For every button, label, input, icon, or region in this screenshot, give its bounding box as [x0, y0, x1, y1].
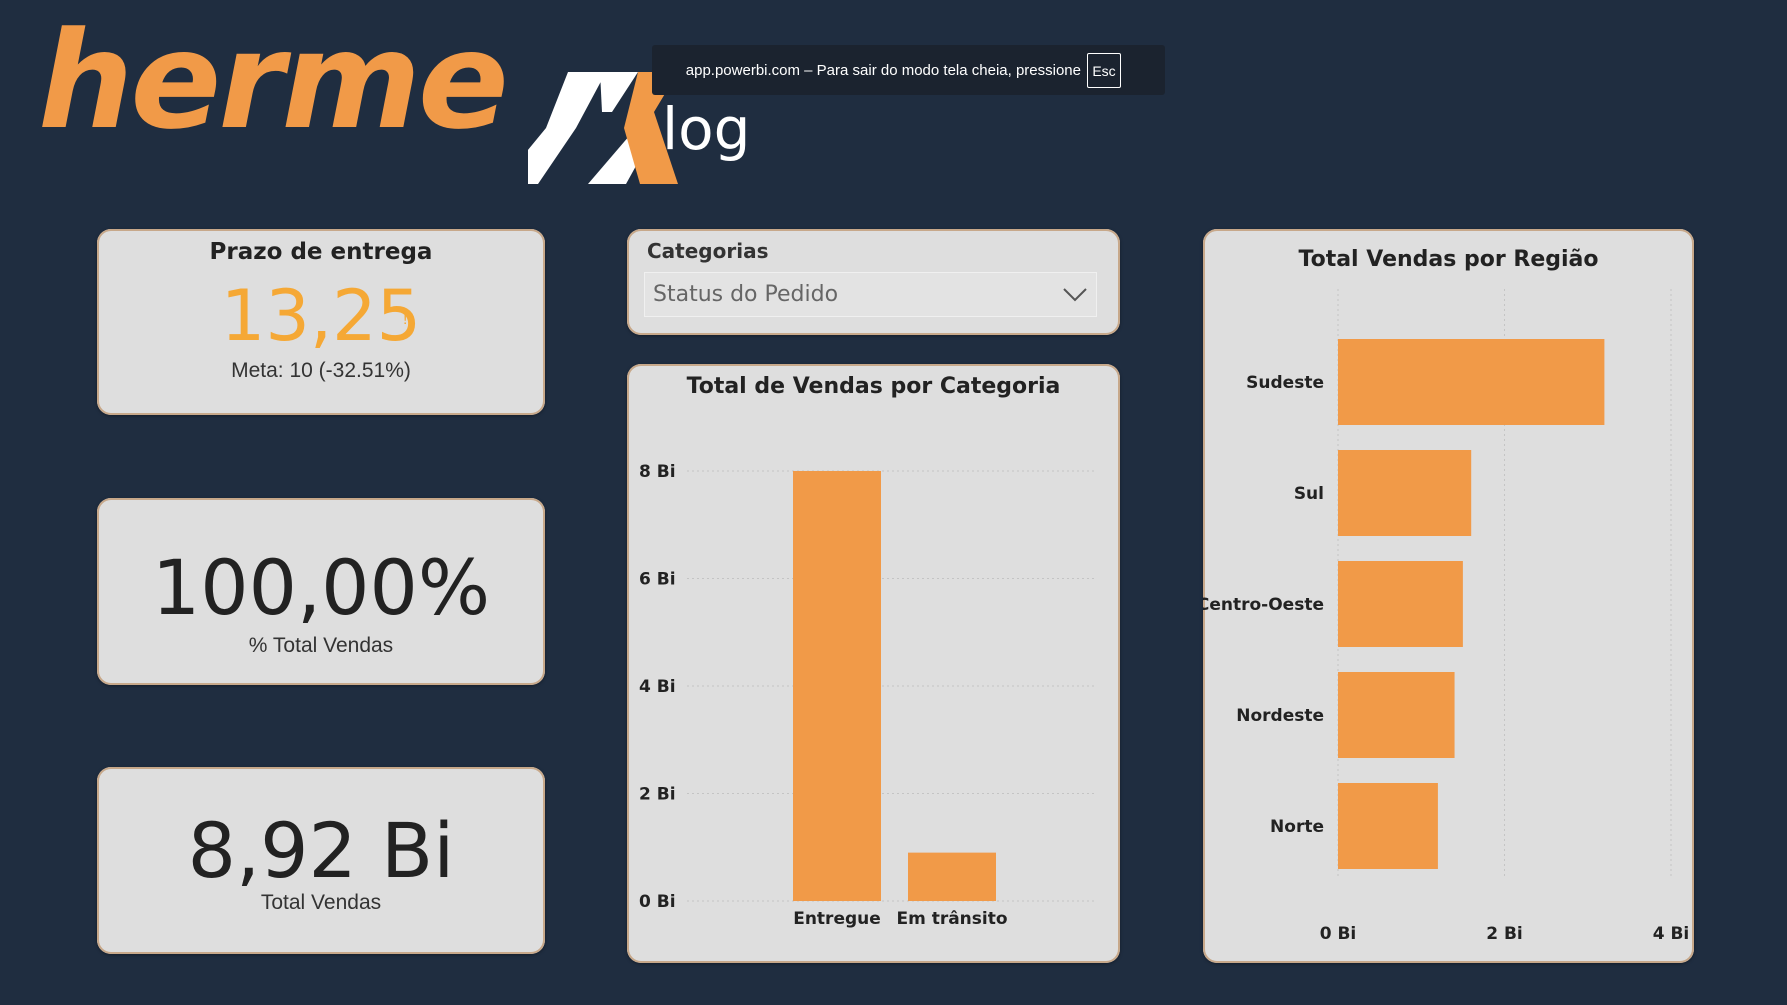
logo-sub-text: log: [662, 95, 751, 163]
bar: [1338, 450, 1472, 536]
y-tick-label: 4 Bi: [639, 677, 676, 697]
slicer-selected-value: Status do Pedido: [653, 282, 839, 307]
slicer-label: Categorias: [647, 239, 769, 263]
x-tick-label: 2 Bi: [1486, 924, 1523, 944]
chevron-down-icon[interactable]: [1062, 285, 1088, 303]
kpi-card-total-sales: 8,92 Bi Total Vendas: [97, 767, 545, 954]
kpi-status-indicator: !: [403, 311, 408, 328]
kpi-title: Prazo de entrega: [209, 239, 433, 265]
fullscreen-message: app.powerbi.com – Para sair do modo tela…: [685, 61, 1081, 79]
kpi-card-pct-sales: 100,00% % Total Vendas: [97, 498, 545, 685]
x-tick-label: Em trânsito: [896, 909, 1007, 929]
kpi-label: % Total Vendas: [248, 634, 394, 657]
kpi-value: 100,00%: [151, 543, 491, 632]
x-tick-label: 4 Bi: [1653, 924, 1690, 944]
y-tick-label: 2 Bi: [639, 785, 676, 805]
kpi-card-delivery: Prazo de entrega 13,25 ! Meta: 10 (-32.5…: [97, 229, 545, 415]
y-tick-label: Norte: [1270, 817, 1324, 837]
y-tick-label: Nordeste: [1236, 706, 1324, 726]
fullscreen-banner: app.powerbi.com – Para sair do modo tela…: [652, 45, 1165, 95]
kpi-goal: Meta: 10 (-32.51%): [231, 359, 411, 382]
y-tick-label: Sudeste: [1246, 373, 1324, 393]
y-tick-label: 8 Bi: [639, 462, 676, 482]
x-tick-label: 0 Bi: [1320, 924, 1357, 944]
kpi-label: Total Vendas: [260, 891, 382, 914]
bar: [1338, 339, 1605, 425]
y-tick-label: 0 Bi: [639, 892, 676, 912]
bar: [1338, 783, 1438, 869]
category-bar-chart: 0 Bi 2 Bi 4 Bi 6 Bi 8 Bi Entregue Em trânsito: [639, 462, 1097, 929]
chart-card-category: Total de Vendas por Categoria 0 Bi 2 Bi 4 …: [627, 364, 1120, 963]
kpi-value: 8,92 Bi: [187, 806, 455, 895]
category-slicer: Categorias Status do Pedido: [627, 229, 1120, 335]
esc-key-hint[interactable]: Esc: [1087, 53, 1121, 88]
logo-wordmark: herme: [38, 3, 509, 159]
bar: [1338, 672, 1455, 758]
chart-card-region: Total Vendas por Região 0 Bi 2 Bi 4 Bi Sude…: [1203, 229, 1694, 963]
bar: [908, 852, 996, 901]
slicer-dropdown[interactable]: Status do Pedido: [644, 272, 1097, 317]
bar: [1338, 561, 1463, 647]
x-tick-label: Entregue: [793, 909, 881, 929]
region-bar-chart: 0 Bi 2 Bi 4 Bi Sudeste Sul Centro-Oeste Nordes…: [1203, 289, 1690, 944]
y-tick-label: 6 Bi: [639, 570, 676, 590]
kpi-value: 13,25: [220, 275, 422, 357]
y-tick-label: Sul: [1294, 484, 1324, 504]
bar: [793, 471, 881, 901]
y-tick-label: Centro-Oeste: [1203, 595, 1324, 615]
